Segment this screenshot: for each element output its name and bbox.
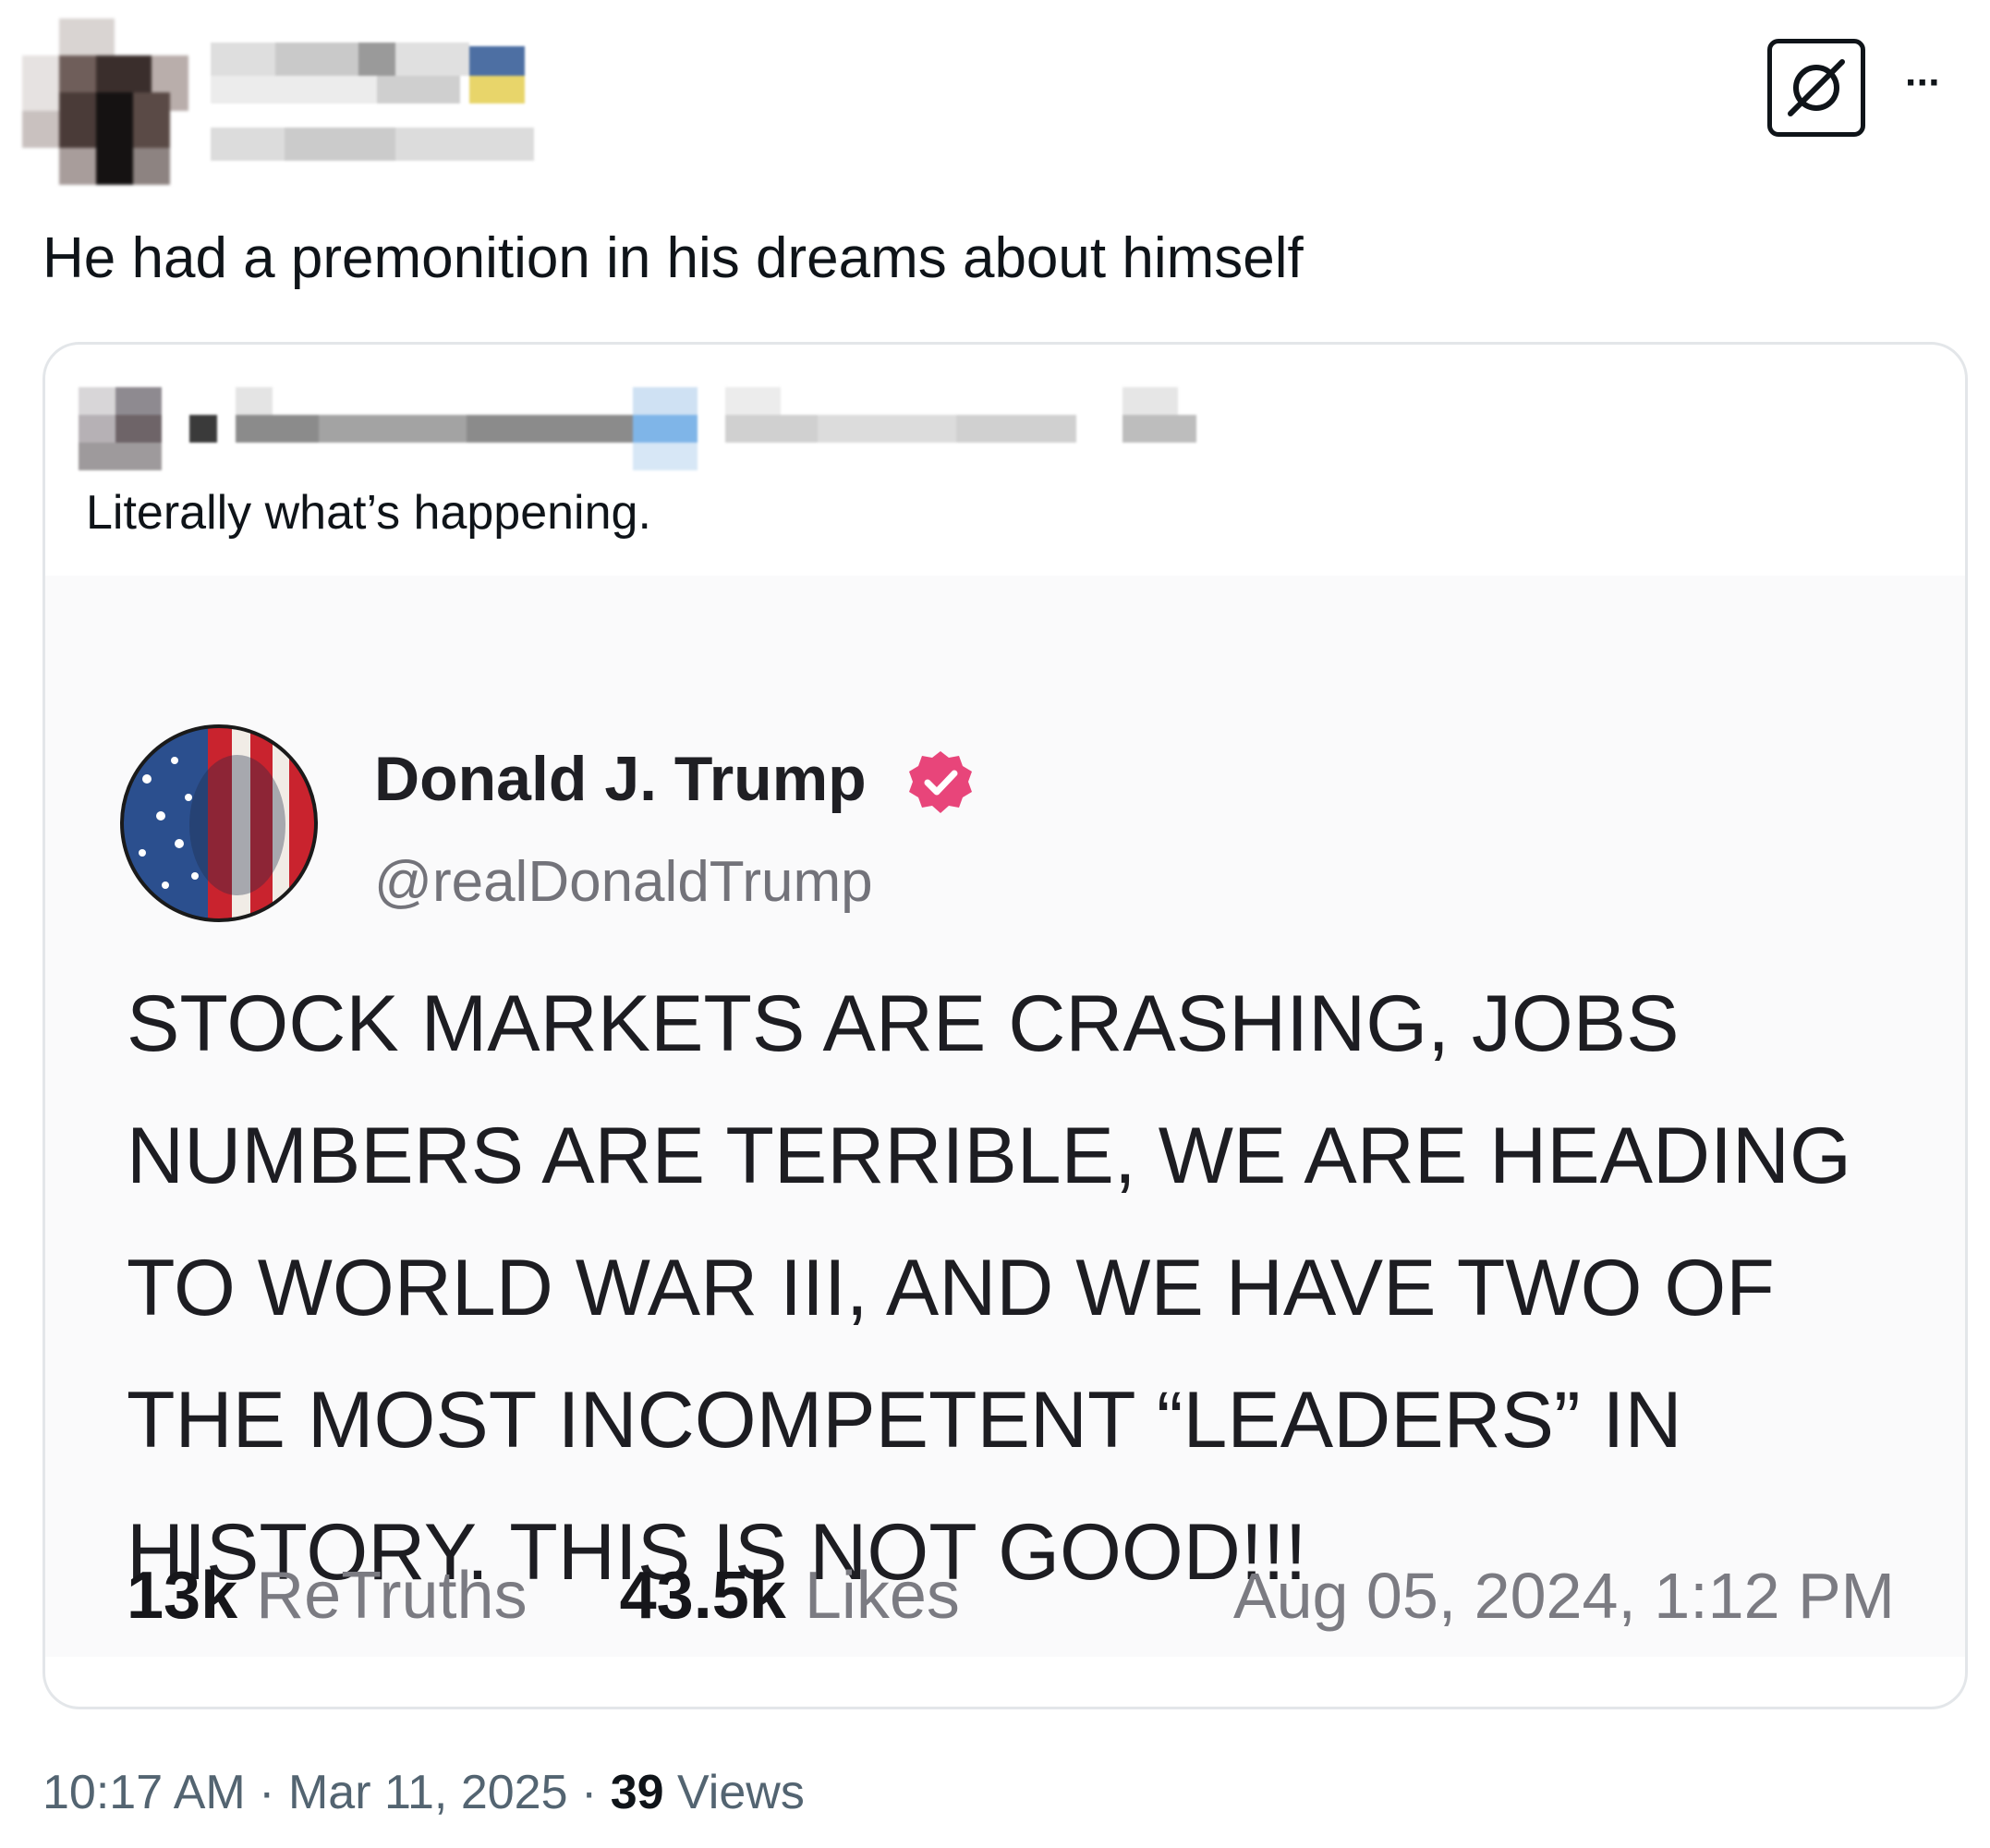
post-date[interactable]: Mar 11, 2025 [288, 1766, 568, 1819]
quoted-post-text: Literally what’s happening. [86, 486, 651, 540]
post-meta: 10:17 AM · Mar 11, 2025 · 39 Views [42, 1763, 805, 1822]
truth-body-line: NUMBERS ARE TERRIBLE, WE ARE HEADING [127, 1112, 1851, 1200]
quoted-post-card[interactable]: Literally what’s happening. Donald J. Tr… [42, 342, 1968, 1709]
post-text: He had a premonition in his dreams about… [42, 226, 1304, 290]
truth-body-line: STOCK MARKETS ARE CRASHING, JOBS [127, 979, 1680, 1068]
truth-author-name: Donald J. Trump [374, 744, 867, 814]
likes-label: Likes [804, 1559, 960, 1633]
author-name-redacted[interactable] [211, 43, 543, 163]
truth-date: Aug 05, 2024, 1:12 PM [1232, 1560, 1895, 1632]
retruths-count: 13k [127, 1559, 238, 1633]
truth-body-line: TO WORLD WAR III, AND WE HAVE TWO OF [127, 1244, 1775, 1332]
retruths-label: ReTruths [256, 1559, 528, 1633]
truth-body: STOCK MARKETS ARE CRASHING, JOBS NUMBERS… [127, 958, 1937, 1619]
views-count: 39 [610, 1766, 664, 1819]
quoted-author-redacted[interactable] [79, 387, 1224, 472]
no-symbol-icon[interactable] [1767, 39, 1865, 137]
truth-author-handle: @realDonaldTrump [374, 850, 873, 914]
likes-count: 43.5k [619, 1559, 786, 1633]
author-avatar-redacted[interactable] [22, 18, 188, 185]
verified-badge-icon [905, 748, 976, 819]
trump-avatar [119, 723, 319, 923]
truth-stats: 13k ReTruths 43.5k Likes [127, 1557, 960, 1635]
more-horizontal-icon[interactable]: ··· [1905, 63, 1960, 103]
truth-body-line: THE MOST INCOMPETENT “LEADERS” IN [127, 1376, 1682, 1465]
post-time[interactable]: 10:17 AM [42, 1766, 246, 1819]
views-label: Views [677, 1766, 805, 1819]
meta-separator: · [580, 1766, 598, 1819]
meta-separator: · [259, 1766, 275, 1819]
